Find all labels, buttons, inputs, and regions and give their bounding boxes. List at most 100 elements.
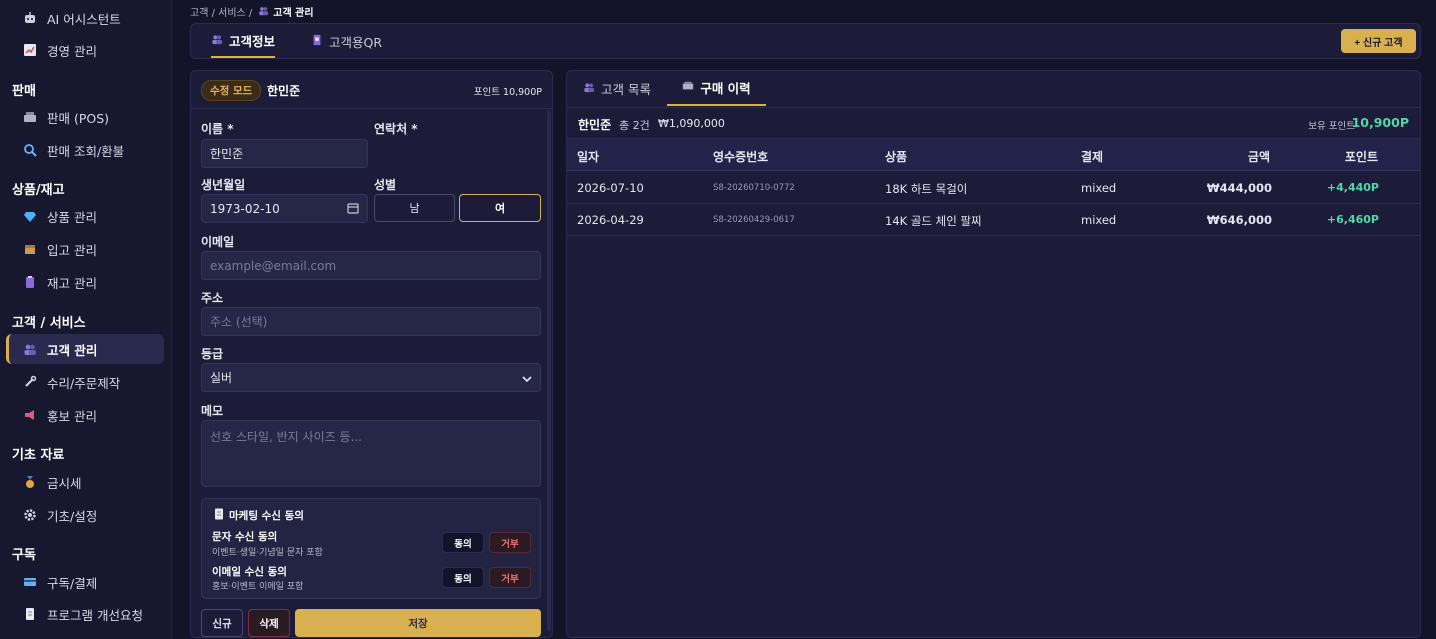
sidebar-item-label: 경영 관리 (47, 43, 97, 59)
card-icon (22, 574, 38, 590)
wrench-icon (22, 374, 38, 390)
megaphone-icon (22, 407, 38, 423)
grade-value: 실버 (210, 371, 233, 385)
name-field[interactable]: 한민준 (201, 139, 368, 168)
gender-label: 성별 (374, 178, 397, 192)
memo-label: 메모 (201, 404, 224, 418)
gender-male-button[interactable]: 남 (374, 194, 455, 222)
save-button[interactable]: 저장 (295, 609, 541, 637)
birthdate-label: 생년월일 (201, 178, 246, 192)
tab-label: 고객정보 (229, 33, 276, 49)
column-amount[interactable]: 금액 (1248, 148, 1270, 165)
email-field[interactable]: example@email.com (201, 251, 541, 280)
column-receipt[interactable]: 영수증번호 (713, 148, 768, 165)
address-label: 주소 (201, 291, 224, 305)
box-icon (22, 241, 38, 257)
new-button[interactable]: 신규 (201, 609, 243, 637)
cell-payment: mixed (1081, 181, 1117, 195)
sidebar-section-subscription: 구독 (12, 548, 36, 563)
gender-female-button[interactable]: 여 (459, 194, 541, 222)
birthdate-field[interactable]: 1973-02-10 (201, 194, 368, 223)
table-row[interactable]: 2026-07-10 S8-20260710-0772 18K 하트 목걸이 m… (567, 172, 1420, 204)
sidebar-item-pos[interactable]: 판매 (POS) (6, 102, 164, 132)
form-scrollbar[interactable] (547, 111, 551, 631)
qr-code-icon (311, 34, 323, 49)
summary-points-label: 보유 포인트 (1308, 121, 1355, 132)
sidebar-item-improvement[interactable]: 프로그램 개선요청 (6, 599, 164, 629)
sidebar-item-label: 고객 관리 (47, 342, 98, 358)
tab-label: 구매 이력 (700, 81, 751, 96)
sidebar-item-gold-price[interactable]: 금시세 (6, 467, 164, 497)
phone-label: 연락처 * (374, 122, 418, 136)
sidebar-item-label: 판매 조회/환불 (47, 143, 125, 159)
breadcrumb-parent[interactable]: 고객 / 서비스 / (190, 4, 252, 19)
birthdate-value: 1973-02-10 (210, 201, 280, 216)
sidebar-item-products[interactable]: 상품 관리 (6, 201, 164, 231)
sidebar-section-products: 상품/재고 (12, 183, 65, 198)
sidebar-item-inventory[interactable]: 재고 관리 (6, 267, 164, 297)
users-icon (258, 5, 269, 19)
marketing-title-label: 마케팅 수신 동의 (229, 510, 304, 522)
purchase-history-panel: 고객 목록 구매 이력 한민준 총 2건 ₩1,090,000 보유 포인트 1… (566, 70, 1421, 638)
new-customer-button[interactable]: + 신규 고객 (1341, 29, 1416, 53)
clipboard-icon (22, 274, 38, 290)
cell-date: 2026-04-29 (577, 213, 644, 227)
sidebar-item-label: 구독/결제 (47, 575, 98, 591)
column-date[interactable]: 일자 (577, 148, 599, 165)
sidebar-item-label: AI 어시스턴트 (47, 11, 121, 27)
sidebar-item-label: 입고 관리 (47, 242, 97, 258)
column-product[interactable]: 상품 (885, 148, 907, 165)
sms-consent-desc: 이벤트·생일·기념일 문자 포함 (212, 548, 323, 558)
sidebar-item-settings[interactable]: 기초/설정 (6, 500, 164, 530)
medal-icon (22, 474, 38, 490)
sidebar-item-repair[interactable]: 수리/주문제작 (6, 367, 164, 397)
form-header: 수정 모드 한민준 포인트 10,900P (191, 71, 552, 109)
sidebar-item-subscription[interactable]: 구독/결제 (6, 567, 164, 597)
history-summary: 한민준 총 2건 ₩1,090,000 보유 포인트 10,900P (567, 107, 1420, 139)
sidebar-item-label: 재고 관리 (47, 275, 97, 291)
sms-reject-button[interactable]: 거부 (489, 532, 531, 553)
sidebar-item-promotion[interactable]: 홍보 관리 (6, 400, 164, 430)
delete-button[interactable]: 삭제 (248, 609, 290, 637)
sidebar-section-sales: 판매 (12, 84, 36, 99)
tab-purchase-history[interactable]: 구매 이력 (667, 71, 766, 106)
column-payment[interactable]: 결제 (1081, 148, 1103, 165)
table-header: 일자 영수증번호 상품 결제 금액 포인트 (567, 139, 1420, 171)
sidebar-section-basic: 기초 자료 (12, 448, 65, 463)
email-label: 이메일 (201, 235, 235, 249)
cell-amount: ₩646,000 (1206, 213, 1272, 227)
sidebar-item-sales-lookup[interactable]: 판매 조회/환불 (6, 135, 164, 165)
robot-icon (22, 10, 38, 26)
name-label: 이름 * (201, 122, 234, 136)
sidebar-item-label: 금시세 (47, 475, 82, 491)
cell-date: 2026-07-10 (577, 181, 644, 195)
column-points[interactable]: 포인트 (1345, 148, 1378, 165)
sidebar-item-ai-assistant[interactable]: AI 어시스턴트 (6, 3, 164, 33)
cell-points: +6,460P (1326, 213, 1379, 226)
grade-select[interactable]: 실버 (201, 363, 541, 392)
sidebar-item-receiving[interactable]: 입고 관리 (6, 234, 164, 264)
tab-customer-list[interactable]: 고객 목록 (583, 71, 651, 106)
summary-count: 총 2건 (619, 119, 650, 132)
tab-customer-info[interactable]: 고객정보 (211, 24, 276, 58)
email-agree-button[interactable]: 동의 (442, 567, 484, 588)
breadcrumb: 고객 / 서비스 / 고객 관리 (190, 4, 314, 19)
cell-payment: mixed (1081, 213, 1117, 227)
marketing-consent-box: 마케팅 수신 동의 문자 수신 동의 이벤트·생일·기념일 문자 포함 동의 거… (201, 498, 541, 599)
grade-label: 등급 (201, 347, 224, 361)
memo-textarea[interactable]: 선호 스타일, 반지 사이즈 등... (201, 420, 541, 487)
tab-customer-qr[interactable]: 고객용QR (311, 24, 382, 58)
cell-points: +4,440P (1326, 181, 1379, 194)
document-icon (214, 508, 224, 523)
email-reject-button[interactable]: 거부 (489, 567, 531, 588)
sidebar-item-label: 수리/주문제작 (47, 375, 121, 391)
edit-mode-badge: 수정 모드 (201, 80, 262, 101)
sidebar-item-label: 프로그램 개선요청 (47, 607, 143, 623)
search-icon (22, 142, 38, 158)
calendar-icon[interactable] (347, 202, 359, 217)
table-row[interactable]: 2026-04-29 S8-20260429-0617 14K 골드 체인 팔찌… (567, 204, 1420, 236)
sidebar-item-customers[interactable]: 고객 관리 (6, 334, 164, 364)
address-field[interactable]: 주소 (선택) (201, 307, 541, 336)
sms-agree-button[interactable]: 동의 (442, 532, 484, 553)
sidebar-item-management[interactable]: 경영 관리 (6, 35, 164, 65)
